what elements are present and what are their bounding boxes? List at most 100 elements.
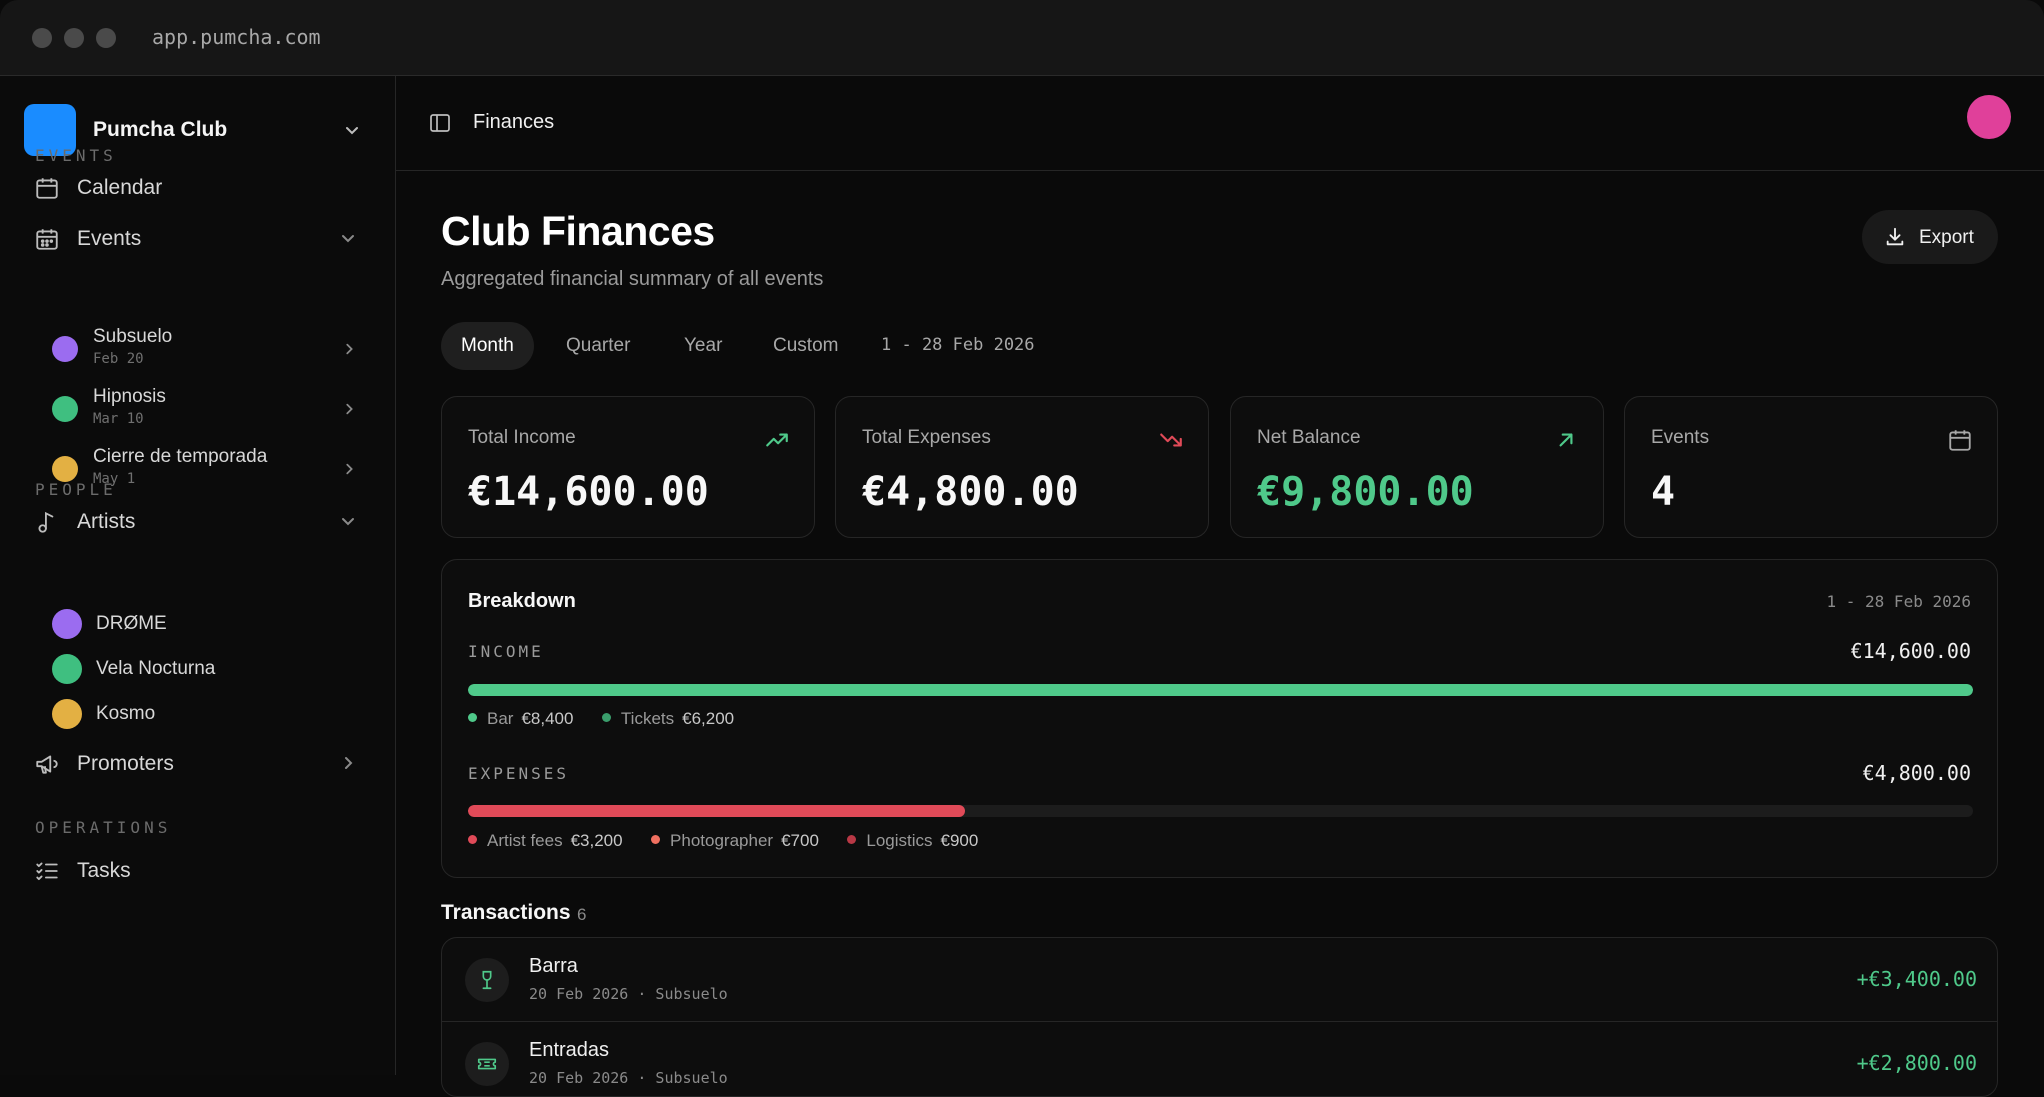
sidebar-item-label: Promoters <box>77 752 174 775</box>
legend-name: Artist fees <box>487 831 563 850</box>
window-close-dot[interactable] <box>32 28 52 48</box>
page-title: Club Finances <box>441 208 715 254</box>
transaction-name: Barra <box>529 955 578 977</box>
artist-name: DRØME <box>96 613 167 634</box>
tab-month[interactable]: Month <box>441 322 534 370</box>
chevron-right-icon <box>346 403 353 415</box>
tab-custom[interactable]: Custom <box>753 322 858 370</box>
period-range: 1 - 28 Feb 2026 <box>881 335 1035 355</box>
event-item-hipnosis[interactable]: Hipnosis Mar 10 <box>52 382 364 434</box>
table-row[interactable]: Entradas 20 Feb 2026 · Subsuelo +€2,800.… <box>442 1021 1997 1096</box>
card-label: Net Balance <box>1257 427 1361 448</box>
ticket-icon <box>477 1058 497 1070</box>
music-note-icon <box>38 511 54 533</box>
megaphone-icon <box>36 755 58 774</box>
income-total: €14,600.00 <box>1850 639 1971 663</box>
event-name: Hipnosis <box>93 386 166 407</box>
event-name: Cierre de temporada <box>93 446 268 467</box>
legend-name: Bar <box>487 709 514 728</box>
expenses-total: €4,800.00 <box>1862 761 1971 785</box>
artist-item-vela-nocturna[interactable]: Vela Nocturna <box>52 650 352 686</box>
event-item-subsuelo[interactable]: Subsuelo Feb 20 <box>52 322 364 374</box>
breakdown-title: Breakdown <box>468 590 576 612</box>
sidebar-item-label: Artists <box>77 510 136 533</box>
legend-dot <box>651 835 661 845</box>
card-net-balance: Net Balance €9,800.00 <box>1230 396 1604 538</box>
sidebar-item-events[interactable]: Events <box>34 216 364 260</box>
tab-year[interactable]: Year <box>664 322 742 370</box>
artist-item-drome[interactable]: DRØME <box>52 605 352 641</box>
card-label: Total Income <box>468 427 576 448</box>
legend-dot <box>468 835 477 845</box>
transactions-count: 6 <box>577 905 587 924</box>
chevron-down-icon <box>342 518 354 526</box>
top-bar: Finances <box>396 76 2044 171</box>
income-bar-fill <box>468 684 1973 696</box>
table-row[interactable]: Barra 20 Feb 2026 · Subsuelo +€3,400.00 <box>442 938 1997 1021</box>
trending-down-icon <box>1160 433 1182 447</box>
export-label: Export <box>1919 227 1974 248</box>
transaction-meta: 20 Feb 2026 · Subsuelo <box>529 985 728 1003</box>
card-total-income: Total Income €14,600.00 <box>441 396 815 538</box>
card-label: Events <box>1651 427 1710 448</box>
sidebar-item-label: Events <box>77 227 142 250</box>
calendar-icon <box>1949 430 1971 451</box>
section-operations: OPERATIONS <box>35 818 172 837</box>
transactions-title: Transactions <box>441 901 571 924</box>
artist-item-kosmo[interactable]: Kosmo <box>52 695 352 731</box>
artist-avatar <box>52 699 82 729</box>
card-value: 4 <box>1651 469 1676 515</box>
transaction-icon <box>465 1042 509 1086</box>
expenses-legend: Artist fees €3,200 Photographer €700 Logis… <box>468 831 1002 853</box>
legend-name: Tickets <box>620 709 675 728</box>
income-legend: Bar €8,400 Tickets €6,200 <box>468 709 758 731</box>
chevron-right-icon <box>346 343 353 355</box>
transaction-meta: 20 Feb 2026 · Subsuelo <box>529 1069 728 1087</box>
sidebar-item-calendar[interactable]: Calendar <box>34 165 364 209</box>
legend-item-logistics: Logistics €900 <box>847 831 978 851</box>
tab-quarter[interactable]: Quarter <box>546 322 650 370</box>
card-total-expenses: Total Expenses €4,800.00 <box>835 396 1209 538</box>
transaction-name: Entradas <box>529 1039 610 1061</box>
event-color-dot <box>52 396 78 422</box>
breadcrumb: Finances <box>473 111 555 133</box>
legend-item-photographer: Photographer €700 <box>651 831 819 851</box>
chevron-right-icon <box>345 757 353 769</box>
calendar-grid-icon <box>36 229 58 250</box>
card-events: Events 4 <box>1624 396 1998 538</box>
sidebar-item-label: Calendar <box>77 176 163 199</box>
window-minimize-dot[interactable] <box>64 28 84 48</box>
legend-item-tickets: Tickets €6,200 <box>601 709 735 729</box>
address-bar[interactable]: app.pumcha.com <box>152 25 321 49</box>
arrow-up-right-icon <box>1559 433 1573 447</box>
artist-avatar <box>52 654 82 684</box>
event-color-dot <box>52 456 78 482</box>
sidebar-item-artists[interactable]: Artists <box>34 499 364 543</box>
window-maximize-dot[interactable] <box>96 28 116 48</box>
expenses-label: EXPENSES <box>468 764 570 783</box>
legend-value: €3,200 <box>570 831 623 850</box>
sidebar-item-promoters[interactable]: Promoters <box>34 741 364 785</box>
avatar[interactable] <box>1967 95 2011 139</box>
event-name: Subsuelo <box>93 326 173 347</box>
event-color-dot <box>52 336 78 362</box>
chevron-right-icon <box>346 463 353 475</box>
legend-name: Logistics <box>866 831 933 850</box>
transaction-amount: +€2,800.00 <box>1856 1051 1977 1075</box>
chevron-down-icon <box>342 235 354 243</box>
sidebar-item-label: Tasks <box>77 859 131 882</box>
legend-value: €8,400 <box>521 709 574 728</box>
calendar-icon <box>36 178 58 199</box>
breakdown-panel: Breakdown 1 - 28 Feb 2026 INCOME €14,600… <box>441 559 1998 878</box>
sidebar-item-tasks[interactable]: Tasks <box>34 848 364 892</box>
event-date: Feb 20 <box>93 351 144 367</box>
club-name: Pumcha Club <box>93 118 228 141</box>
expenses-bar <box>468 805 1973 817</box>
sidebar-toggle-icon[interactable] <box>428 111 452 135</box>
sidebar: Pumcha Club EVENTS Calendar Events Subsu… <box>0 76 396 1075</box>
legend-item-artist-fees: Artist fees €3,200 <box>468 831 623 851</box>
card-value: €14,600.00 <box>468 469 709 515</box>
transaction-icon <box>465 958 509 1002</box>
export-button[interactable]: Export <box>1862 210 1998 264</box>
legend-value: €6,200 <box>682 709 735 728</box>
